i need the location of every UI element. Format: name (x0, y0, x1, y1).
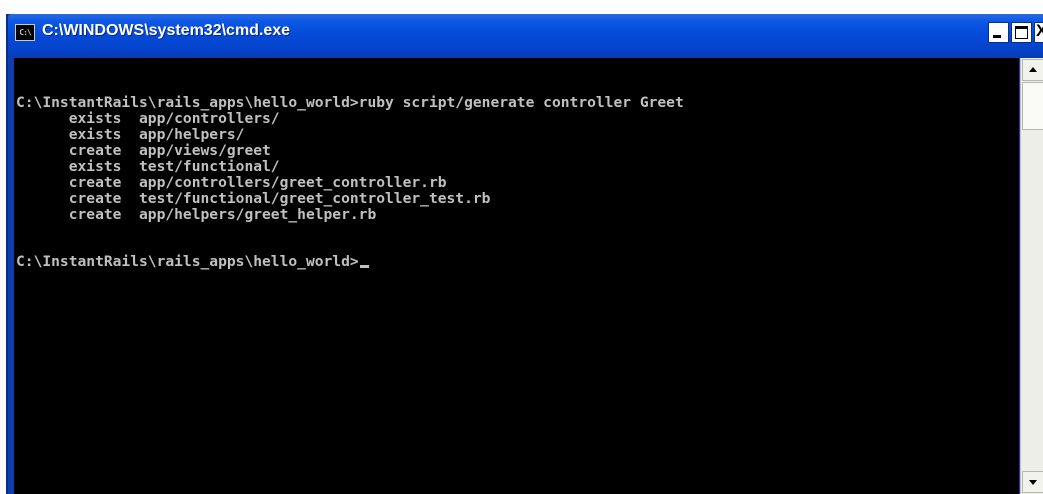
arrow-up-icon (1029, 67, 1037, 72)
console-output[interactable]: C:\InstantRails\rails_apps\hello_world>r… (14, 58, 1019, 494)
arrow-down-icon (1029, 480, 1037, 485)
vertical-scrollbar[interactable] (1020, 58, 1043, 494)
cmd-app-icon[interactable]: C:\ (15, 24, 35, 41)
text-cursor (359, 265, 369, 268)
console-line-command: C:\InstantRails\rails_apps\hello_world>r… (16, 94, 684, 111)
prompt-text: C:\InstantRails\rails_apps\hello_world> (16, 253, 359, 270)
console-line: create test/functional/greet_controller_… (16, 190, 491, 207)
scroll-down-button[interactable] (1022, 471, 1043, 493)
console-line: exists app/controllers/ (16, 110, 280, 127)
console-line: exists test/functional/ (16, 158, 280, 175)
maximize-button[interactable] (1011, 22, 1032, 43)
scroll-up-button[interactable] (1022, 59, 1043, 81)
cmd-window: C:\ C:\WINDOWS\system32\cmd.exe X C:\Ins… (6, 14, 1043, 494)
minimize-button[interactable] (988, 22, 1009, 43)
close-button[interactable]: X (1034, 21, 1043, 43)
console-line: create app/controllers/greet_controller.… (16, 174, 447, 191)
console-prompt-line[interactable]: C:\InstantRails\rails_apps\hello_world> (16, 253, 369, 270)
window-title: C:\WINDOWS\system32\cmd.exe (42, 22, 291, 39)
console-line: exists app/helpers/ (16, 126, 245, 143)
scrollbar-thumb[interactable] (1022, 82, 1043, 130)
close-icon: X (1036, 21, 1043, 40)
console-line: create app/helpers/greet_helper.rb (16, 206, 377, 223)
console-line: create app/views/greet (16, 142, 271, 159)
title-bar[interactable]: C:\ C:\WINDOWS\system32\cmd.exe X (8, 14, 1043, 58)
